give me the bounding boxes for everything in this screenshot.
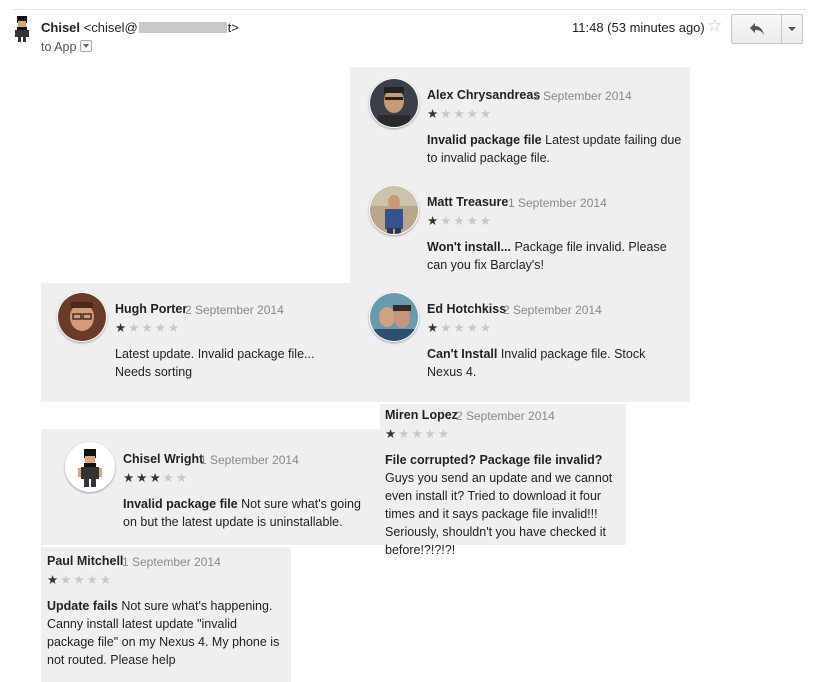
- reviewer-name: Paul Mitchell: [47, 554, 124, 568]
- star-empty-icon: ★: [128, 321, 142, 335]
- reviewer-avatar: [369, 185, 419, 235]
- star-empty-icon: ★: [479, 107, 494, 121]
- star-empty-icon: ★: [440, 107, 454, 121]
- email-timestamp: 11:48 (53 minutes ago): [572, 20, 705, 35]
- star-rating: ★★★★★: [115, 322, 181, 335]
- review-date: 1 September 2014: [508, 196, 607, 210]
- sender-email: <chisel@ t>: [84, 20, 239, 35]
- star-empty-icon: ★: [99, 573, 114, 587]
- star-empty-icon: ★: [60, 573, 74, 587]
- review-title: File corrupted? Package file invalid?: [385, 453, 603, 467]
- reviewer-name: Hugh Porter: [115, 302, 188, 316]
- review-date: 1 September 2014: [533, 89, 632, 103]
- review-text: Won't install... Package file invalid. P…: [427, 238, 682, 274]
- review-text: File corrupted? Package file invalid? Gu…: [385, 451, 625, 559]
- review-date: 2 September 2014: [185, 303, 284, 317]
- review-body: Guys you send an update and we cannot ev…: [385, 471, 613, 557]
- top-divider: [12, 9, 806, 10]
- star-rating: ★★★★★: [47, 574, 113, 587]
- review-title: Update fails: [47, 599, 118, 613]
- star-empty-icon: ★: [466, 214, 480, 228]
- review-text: Invalid package file Latest update faili…: [427, 131, 682, 167]
- star-filled-icon: ★: [47, 573, 61, 587]
- star-empty-icon: ★: [466, 321, 480, 335]
- star-filled-icon: ★: [115, 321, 129, 335]
- star-filled-icon: ★: [136, 471, 150, 485]
- star-empty-icon: ★: [141, 321, 155, 335]
- star-empty-icon: ★: [440, 214, 454, 228]
- reviewer-avatar: [57, 292, 107, 342]
- review-text: Invalid package file Not sure what's goi…: [123, 495, 371, 531]
- star-filled-icon: ★: [427, 321, 441, 335]
- star-empty-icon: ★: [453, 214, 467, 228]
- star-rating: ★★★★★: [427, 215, 493, 228]
- review-text: Can't Install Invalid package file. Stoc…: [427, 345, 682, 381]
- star-empty-icon: ★: [411, 427, 425, 441]
- star-rating: ★★★★★: [427, 108, 493, 121]
- recipient-line: to App: [41, 40, 93, 54]
- star-empty-icon: ★: [479, 214, 494, 228]
- sender-avatar: [12, 16, 32, 42]
- star-filled-icon: ★: [385, 427, 399, 441]
- star-empty-icon: ★: [398, 427, 412, 441]
- reviewer-name: Ed Hotchkiss: [427, 302, 507, 316]
- reply-button[interactable]: [732, 15, 782, 43]
- reviewer-name: Alex Chrysandreas: [427, 88, 541, 102]
- review-title: Invalid package file: [427, 133, 542, 147]
- star-empty-icon: ★: [437, 427, 452, 441]
- star-filled-icon: ★: [427, 214, 441, 228]
- star-empty-icon: ★: [73, 573, 87, 587]
- reply-button-group: [731, 14, 803, 44]
- reviewer-name: Matt Treasure: [427, 195, 509, 209]
- star-empty-icon: ★: [466, 107, 480, 121]
- sender-line: Chisel <chisel@ t>: [41, 20, 239, 35]
- star-empty-icon: ★: [479, 321, 494, 335]
- recipient-label: to App: [41, 40, 77, 54]
- star-empty-icon: ★: [453, 321, 467, 335]
- star-empty-icon: ★: [440, 321, 454, 335]
- review-date: 1 September 2014: [122, 555, 221, 569]
- star-empty-icon: ★: [175, 471, 190, 485]
- review-title: Invalid package file: [123, 497, 238, 511]
- star-filled-icon: ★: [427, 107, 441, 121]
- sender-name[interactable]: Chisel: [41, 20, 80, 35]
- star-filled-icon: ★: [149, 471, 163, 485]
- review-text: Latest update. Invalid package file... N…: [115, 345, 345, 381]
- star-empty-icon: ★: [86, 573, 100, 587]
- reviewer-avatar: [369, 292, 419, 342]
- reviewer-avatar: [65, 442, 115, 492]
- star-filled-icon: ★: [123, 471, 137, 485]
- star-rating: ★★★★★: [385, 428, 451, 441]
- star-empty-icon: ★: [424, 427, 438, 441]
- show-details-dropdown-icon[interactable]: [80, 40, 93, 52]
- star-empty-icon: ★: [453, 107, 467, 121]
- review-text: Update fails Not sure what's happening. …: [47, 597, 287, 669]
- review-title: Can't Install: [427, 347, 498, 361]
- reviewer-name: Miren Lopez: [385, 408, 458, 422]
- redacted-block: [138, 22, 227, 33]
- review-body: Latest update. Invalid package file... N…: [115, 347, 315, 379]
- star-rating: ★★★★★: [123, 472, 189, 485]
- sender-email-suffix: t>: [227, 20, 239, 35]
- more-options-button[interactable]: [782, 15, 802, 43]
- star-empty-icon: ★: [162, 471, 176, 485]
- star-empty-icon: ★: [154, 321, 168, 335]
- review-title: Won't install...: [427, 240, 511, 254]
- review-date: 1 September 2014: [200, 453, 299, 467]
- reply-icon: [750, 23, 764, 35]
- star-rating: ★★★★★: [427, 322, 493, 335]
- review-date: 2 September 2014: [503, 303, 602, 317]
- star-empty-icon: ★: [167, 321, 182, 335]
- reviewer-name: Chisel Wright: [123, 452, 204, 466]
- reviewer-avatar: [369, 78, 419, 128]
- sender-email-prefix: <chisel@: [83, 20, 138, 35]
- star-icon[interactable]: ☆: [707, 17, 722, 34]
- review-date: 2 September 2014: [456, 409, 555, 423]
